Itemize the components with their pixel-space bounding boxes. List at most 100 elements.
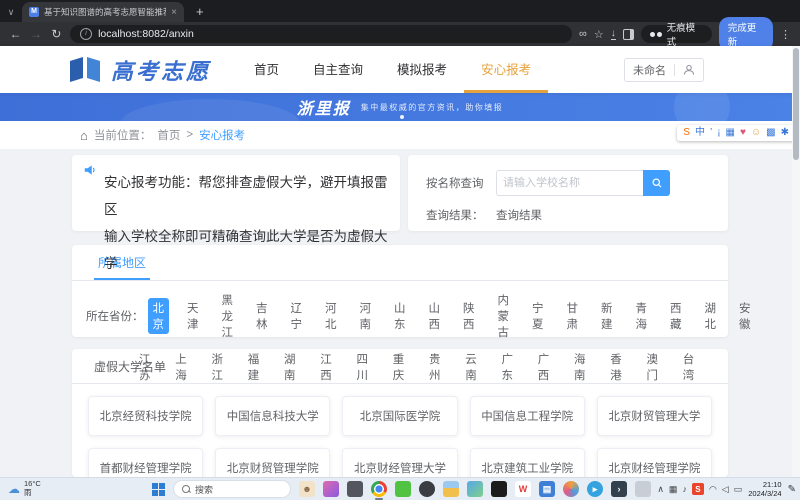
university-card[interactable]: 中国信息科技大学 bbox=[215, 396, 330, 436]
battery-icon[interactable]: ▭ bbox=[734, 484, 743, 495]
app-green-icon[interactable] bbox=[395, 481, 411, 497]
tab-search-chevron-icon[interactable]: ∨ bbox=[0, 2, 22, 22]
chrome-icon[interactable] bbox=[371, 481, 387, 497]
province-chip[interactable]: 山西 bbox=[424, 298, 446, 334]
wps-icon[interactable]: W bbox=[515, 481, 531, 497]
site-info-icon[interactable]: i bbox=[80, 28, 92, 40]
ime-mic-icon[interactable]: ¡ bbox=[717, 126, 720, 140]
province-chip[interactable]: 湖北 bbox=[700, 298, 722, 334]
photos-icon[interactable] bbox=[467, 481, 483, 497]
wifi-icon[interactable]: ◠ bbox=[709, 484, 717, 495]
province-chip[interactable]: 河北 bbox=[320, 298, 342, 334]
ime-toolbox-icon[interactable]: ▩ bbox=[766, 126, 775, 140]
ime-emoji-icon[interactable]: ☺ bbox=[751, 126, 761, 140]
university-card[interactable]: 首都财经管理学院 bbox=[88, 448, 203, 477]
site-logo[interactable]: 高考志愿 bbox=[68, 46, 211, 93]
ime-keyboard-icon[interactable]: ▦ bbox=[726, 126, 735, 140]
province-chip[interactable]: 江西 bbox=[315, 349, 338, 385]
telegram-icon[interactable]: ▸ bbox=[587, 481, 603, 497]
browser-tab[interactable]: M 基于知识图谱的高考志愿智能推荐 × bbox=[22, 2, 184, 22]
province-chip[interactable]: 新建 bbox=[596, 298, 618, 334]
browser-menu-icon[interactable]: ⋮ bbox=[780, 28, 791, 41]
app-dark-round-icon[interactable] bbox=[419, 481, 435, 497]
windows-ink-icon[interactable]: ✎ bbox=[788, 484, 796, 495]
province-chip[interactable]: 澳门 bbox=[642, 349, 665, 385]
widgets-avatar-icon[interactable]: ☻ bbox=[299, 481, 315, 497]
ime-skin-icon[interactable]: ♥ bbox=[740, 126, 746, 140]
nav-item[interactable]: 模拟报考 bbox=[380, 46, 464, 93]
volume-icon[interactable]: ◁ bbox=[722, 484, 729, 495]
nav-item[interactable]: 安心报考 bbox=[464, 46, 548, 93]
university-card[interactable]: 北京财贸管理学院 bbox=[215, 448, 330, 477]
province-chip[interactable]: 云南 bbox=[460, 349, 483, 385]
new-tab-button[interactable]: + bbox=[196, 2, 204, 22]
tray-keyboard-icon[interactable]: ▦ bbox=[669, 484, 678, 495]
province-chip[interactable]: 辽宁 bbox=[286, 298, 308, 334]
province-chip[interactable]: 河南 bbox=[355, 298, 377, 334]
powershell-icon[interactable]: › bbox=[611, 481, 627, 497]
province-chip[interactable]: 浙江 bbox=[207, 349, 230, 385]
province-chip[interactable]: 广西 bbox=[533, 349, 556, 385]
province-chip[interactable]: 吉林 bbox=[251, 298, 273, 334]
download-icon[interactable]: ↓ bbox=[611, 29, 616, 40]
promo-banner[interactable]: 浙里报 集中最权威的官方资讯，助你填报 bbox=[0, 93, 800, 121]
breadcrumb-home-link[interactable]: 首页 bbox=[157, 127, 180, 143]
taskbar-clock[interactable]: 21:10 2024/3/24 bbox=[748, 480, 781, 498]
scrollbar-thumb[interactable] bbox=[793, 48, 799, 160]
ime-settings-icon[interactable]: ✱ bbox=[781, 126, 789, 140]
nav-item[interactable]: 自主查询 bbox=[296, 46, 380, 93]
university-card[interactable]: 北京建筑工业学院 bbox=[470, 448, 585, 477]
app-round-colorful-icon[interactable] bbox=[563, 481, 579, 497]
province-chip[interactable]: 湖南 bbox=[279, 349, 302, 385]
province-chip[interactable]: 山东 bbox=[389, 298, 411, 334]
address-bar[interactable]: i localhost:8082/anxin bbox=[70, 25, 572, 43]
link-icon[interactable]: ∞ bbox=[579, 28, 587, 40]
province-chip[interactable]: 甘肃 bbox=[562, 298, 584, 334]
reload-icon[interactable]: ↻ bbox=[50, 27, 63, 41]
nav-item[interactable]: 首页 bbox=[237, 46, 296, 93]
university-card[interactable]: 北京财贸管理大学 bbox=[597, 396, 712, 436]
tray-mute-icon[interactable]: ♪ bbox=[682, 484, 687, 494]
province-chip[interactable]: 黑龙江 bbox=[217, 290, 239, 342]
province-chip[interactable]: 西藏 bbox=[665, 298, 687, 334]
province-chip[interactable]: 上海 bbox=[170, 349, 193, 385]
terminal-icon[interactable] bbox=[491, 481, 507, 497]
province-chip[interactable]: 重庆 bbox=[388, 349, 411, 385]
ime-lang-icon[interactable]: 中 bbox=[695, 126, 705, 140]
province-chip[interactable]: 宁夏 bbox=[527, 298, 549, 334]
reading-list-icon[interactable] bbox=[623, 29, 635, 40]
sogou-tray-icon[interactable]: S bbox=[692, 483, 704, 495]
ime-punct-icon[interactable]: ’ bbox=[710, 126, 712, 140]
province-chip[interactable]: 天津 bbox=[182, 298, 204, 334]
school-name-input[interactable] bbox=[496, 170, 643, 196]
university-card[interactable]: 北京经贸科技学院 bbox=[88, 396, 203, 436]
sogou-logo-icon[interactable]: S bbox=[683, 126, 690, 140]
province-chip[interactable]: 福建 bbox=[243, 349, 266, 385]
tab-close-icon[interactable]: × bbox=[171, 7, 177, 18]
app-pink-icon[interactable] bbox=[323, 481, 339, 497]
forward-icon[interactable]: → bbox=[29, 27, 42, 41]
app-gray-icon[interactable] bbox=[635, 481, 651, 497]
university-card[interactable]: 北京财经管理大学 bbox=[342, 448, 457, 477]
province-chip[interactable]: 贵州 bbox=[424, 349, 447, 385]
province-chip[interactable]: 安徽 bbox=[734, 298, 756, 334]
province-chip[interactable]: 香港 bbox=[605, 349, 628, 385]
back-icon[interactable]: ← bbox=[9, 27, 22, 41]
weather-widget[interactable]: ☁ 16°C 雨 bbox=[8, 480, 41, 497]
province-chip[interactable]: 广东 bbox=[497, 349, 520, 385]
start-button[interactable] bbox=[152, 483, 165, 496]
province-chip[interactable]: 内蒙古 bbox=[493, 290, 515, 342]
app-blue-table-icon[interactable]: ▤ bbox=[539, 481, 555, 497]
province-chip[interactable]: 青海 bbox=[631, 298, 653, 334]
bookmark-star-icon[interactable]: ☆ bbox=[594, 28, 604, 41]
province-chip[interactable]: 陕西 bbox=[458, 298, 480, 334]
province-chip[interactable]: 台湾 bbox=[678, 349, 701, 385]
taskbar-search[interactable]: 搜索 bbox=[174, 481, 290, 497]
university-card[interactable]: 北京国际医学院 bbox=[342, 396, 457, 436]
university-card[interactable]: 中国信息工程学院 bbox=[470, 396, 585, 436]
province-chip[interactable]: 海南 bbox=[569, 349, 592, 385]
search-button[interactable] bbox=[643, 170, 670, 196]
file-explorer-icon[interactable] bbox=[443, 481, 459, 497]
scrollbar-track[interactable] bbox=[792, 46, 800, 478]
province-chip[interactable]: 四川 bbox=[352, 349, 375, 385]
